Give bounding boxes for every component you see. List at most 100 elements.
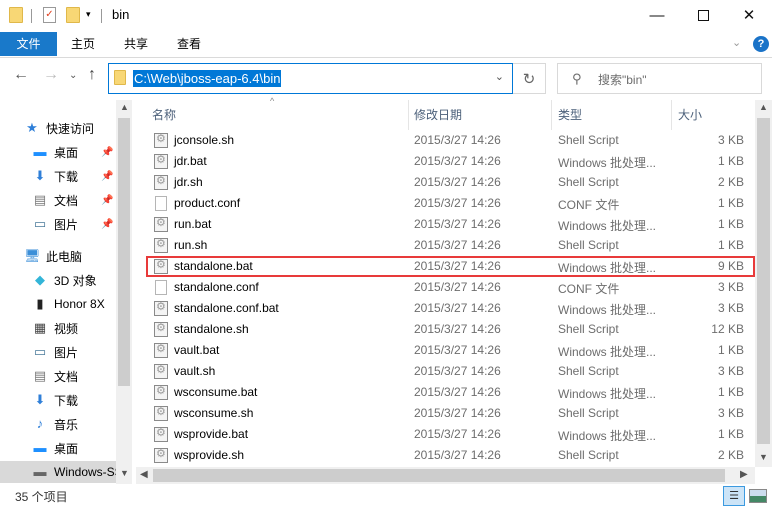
file-date: 2015/3/27 14:26 (414, 238, 501, 252)
sidebar-item[interactable]: 🖥 此电脑 (0, 245, 116, 267)
sidebar-scrollbar[interactable]: ▲ ▼ (116, 100, 132, 484)
scroll-down-icon[interactable]: ▼ (120, 468, 129, 478)
sidebar-item[interactable]: ▤ 文档 (0, 365, 116, 387)
tab-share[interactable]: 共享 (110, 32, 162, 56)
script-file-icon (154, 216, 168, 232)
file-row[interactable]: jdr.sh 2015/3/27 14:26 Shell Script 2 KB (146, 172, 755, 193)
column-divider[interactable] (551, 100, 552, 130)
sidebar-item[interactable]: ▭ 图片 📌 (0, 213, 116, 235)
script-file-icon (154, 132, 168, 148)
sidebar-item[interactable]: ▬ 桌面 (0, 437, 116, 459)
sidebar-item[interactable]: ▭ 图片 (0, 341, 116, 363)
file-row[interactable]: wsprovide.sh 2015/3/27 14:26 Shell Script 2… (146, 445, 755, 466)
file-name: standalone.conf (174, 280, 259, 294)
tab-home[interactable]: 主页 (57, 32, 109, 56)
column-header-name[interactable]: 名称 (152, 104, 176, 126)
file-row[interactable]: standalone.conf 2015/3/27 14:26 CONF 文件 3 K… (146, 277, 755, 298)
scrollbar-thumb[interactable] (153, 469, 725, 482)
scroll-up-icon[interactable]: ▲ (759, 102, 768, 112)
file-row[interactable]: run.sh 2015/3/27 14:26 Shell Script 1 KB (146, 235, 755, 256)
sort-ascending-icon: ^ (270, 96, 275, 106)
address-dropdown-chevron-icon[interactable]: ⌄ (495, 70, 504, 83)
file-name: vault.bat (174, 343, 220, 357)
scrollbar-thumb[interactable] (118, 118, 130, 386)
file-type: Shell Script (558, 364, 619, 378)
forward-button[interactable]: → (43, 66, 59, 84)
file-size: 3 KB (717, 280, 744, 294)
scroll-up-icon[interactable]: ▲ (120, 102, 129, 112)
file-size: 12 KB (711, 322, 744, 336)
cube-icon: ◆ (35, 272, 45, 287)
column-divider[interactable] (408, 100, 409, 130)
file-row[interactable]: standalone.conf.bat 2015/3/27 14:26 Window… (146, 298, 755, 319)
sidebar-item[interactable]: ◆ 3D 对象 (0, 269, 116, 291)
column-header-date[interactable]: 修改日期 (414, 104, 462, 126)
file-row[interactable]: standalone.bat 2015/3/27 14:26 Windows 批处理… (146, 256, 755, 277)
file-type: Windows 批处理... (558, 429, 657, 443)
customize-toolbar-dropdown[interactable]: ▾ (86, 9, 91, 20)
file-row[interactable]: wsconsume.sh 2015/3/27 14:26 Shell Script 3… (146, 403, 755, 424)
new-folder-icon[interactable] (66, 7, 80, 23)
maximize-icon (697, 9, 709, 21)
pin-icon: 📌 (101, 194, 114, 206)
file-row[interactable]: run.bat 2015/3/27 14:26 Windows 批处理... 1 KB (146, 214, 755, 235)
sidebar-item-label: 此电脑 (46, 249, 83, 264)
column-header-type[interactable]: 类型 (558, 104, 582, 126)
picture-icon: ▭ (33, 216, 47, 231)
file-row[interactable]: jconsole.sh 2015/3/27 14:26 Shell Script 3 … (146, 130, 755, 151)
sidebar-item[interactable]: ⬇ 下载 📌 (0, 165, 116, 187)
script-file-icon (154, 300, 168, 316)
file-row[interactable]: product.conf 2015/3/27 14:26 CONF 文件 1 KB (146, 193, 755, 214)
sidebar-item[interactable]: ▦ 视频 (0, 317, 116, 339)
sidebar-item-label: 桌面 (54, 441, 79, 456)
file-list-scrollbar[interactable]: ▲ ▼ (755, 100, 772, 467)
search-input[interactable]: ⚲ 搜索"bin" (557, 63, 762, 94)
tab-view[interactable]: 查看 (163, 32, 215, 56)
help-icon[interactable]: ? (753, 36, 769, 52)
music-icon: ♪ (36, 416, 44, 431)
details-view-button[interactable]: ☰ (723, 486, 745, 506)
file-date: 2015/3/27 14:26 (414, 154, 501, 168)
sidebar-item[interactable]: ▬ Windows-SSD (0, 461, 116, 483)
column-divider[interactable] (671, 100, 672, 130)
file-row[interactable]: jdr.bat 2015/3/27 14:26 Windows 批处理... 1 KB (146, 151, 755, 172)
address-path[interactable]: C:\Web\jboss-eap-6.4\bin (133, 70, 282, 87)
column-header-size[interactable]: 大小 (678, 104, 702, 126)
scroll-right-icon[interactable]: ▶ (740, 469, 748, 480)
sidebar-item[interactable]: ▤ 文档 📌 (0, 189, 116, 211)
divider (101, 9, 102, 23)
sidebar-item[interactable]: ♪ 音乐 (0, 413, 116, 435)
sidebar-item[interactable]: ▬ 桌面 📌 (0, 141, 116, 163)
horizontal-scrollbar[interactable]: ◀ ▶ (136, 467, 755, 484)
recent-locations-chevron-icon[interactable]: ⌄ (69, 70, 77, 81)
back-button[interactable]: ← (13, 66, 29, 84)
file-name: standalone.sh (174, 322, 249, 336)
large-icons-view-button[interactable] (749, 489, 767, 503)
file-row[interactable]: vault.sh 2015/3/27 14:26 Shell Script 3 KB (146, 361, 755, 382)
expand-ribbon-chevron-icon[interactable]: ⌄ (732, 36, 741, 49)
scroll-left-icon[interactable]: ◀ (140, 469, 148, 480)
minimize-button[interactable]: — (634, 0, 680, 30)
file-row[interactable]: wsconsume.bat 2015/3/27 14:26 Windows 批处理.… (146, 382, 755, 403)
file-type: Windows 批处理... (558, 156, 657, 170)
script-file-icon (154, 174, 168, 190)
folder-icon (9, 7, 23, 23)
file-row[interactable]: standalone.sh 2015/3/27 14:26 Shell Script… (146, 319, 755, 340)
address-bar[interactable]: C:\Web\jboss-eap-6.4\bin ⌄ (108, 63, 513, 94)
refresh-button[interactable]: ↻ (513, 63, 546, 94)
tab-file[interactable]: 文件 (0, 32, 57, 56)
close-button[interactable]: ✕ (726, 0, 772, 30)
file-row[interactable]: vault.bat 2015/3/27 14:26 Windows 批处理... 1 … (146, 340, 755, 361)
sidebar-item[interactable]: ▮ Honor 8X (0, 293, 116, 315)
script-file-icon (154, 153, 168, 169)
maximize-button[interactable] (680, 0, 726, 30)
sidebar-item[interactable]: ★ 快速访问 (0, 117, 116, 139)
up-button[interactable]: ↑ (88, 66, 96, 84)
properties-icon[interactable]: ✓ (43, 7, 56, 23)
scrollbar-thumb[interactable] (757, 118, 770, 444)
scroll-down-icon[interactable]: ▼ (759, 452, 768, 462)
sidebar-item-label: 下载 (54, 169, 79, 184)
sidebar-item[interactable]: ⬇ 下载 (0, 389, 116, 411)
file-date: 2015/3/27 14:26 (414, 196, 501, 210)
file-row[interactable]: wsprovide.bat 2015/3/27 14:26 Windows 批处理.… (146, 424, 755, 445)
